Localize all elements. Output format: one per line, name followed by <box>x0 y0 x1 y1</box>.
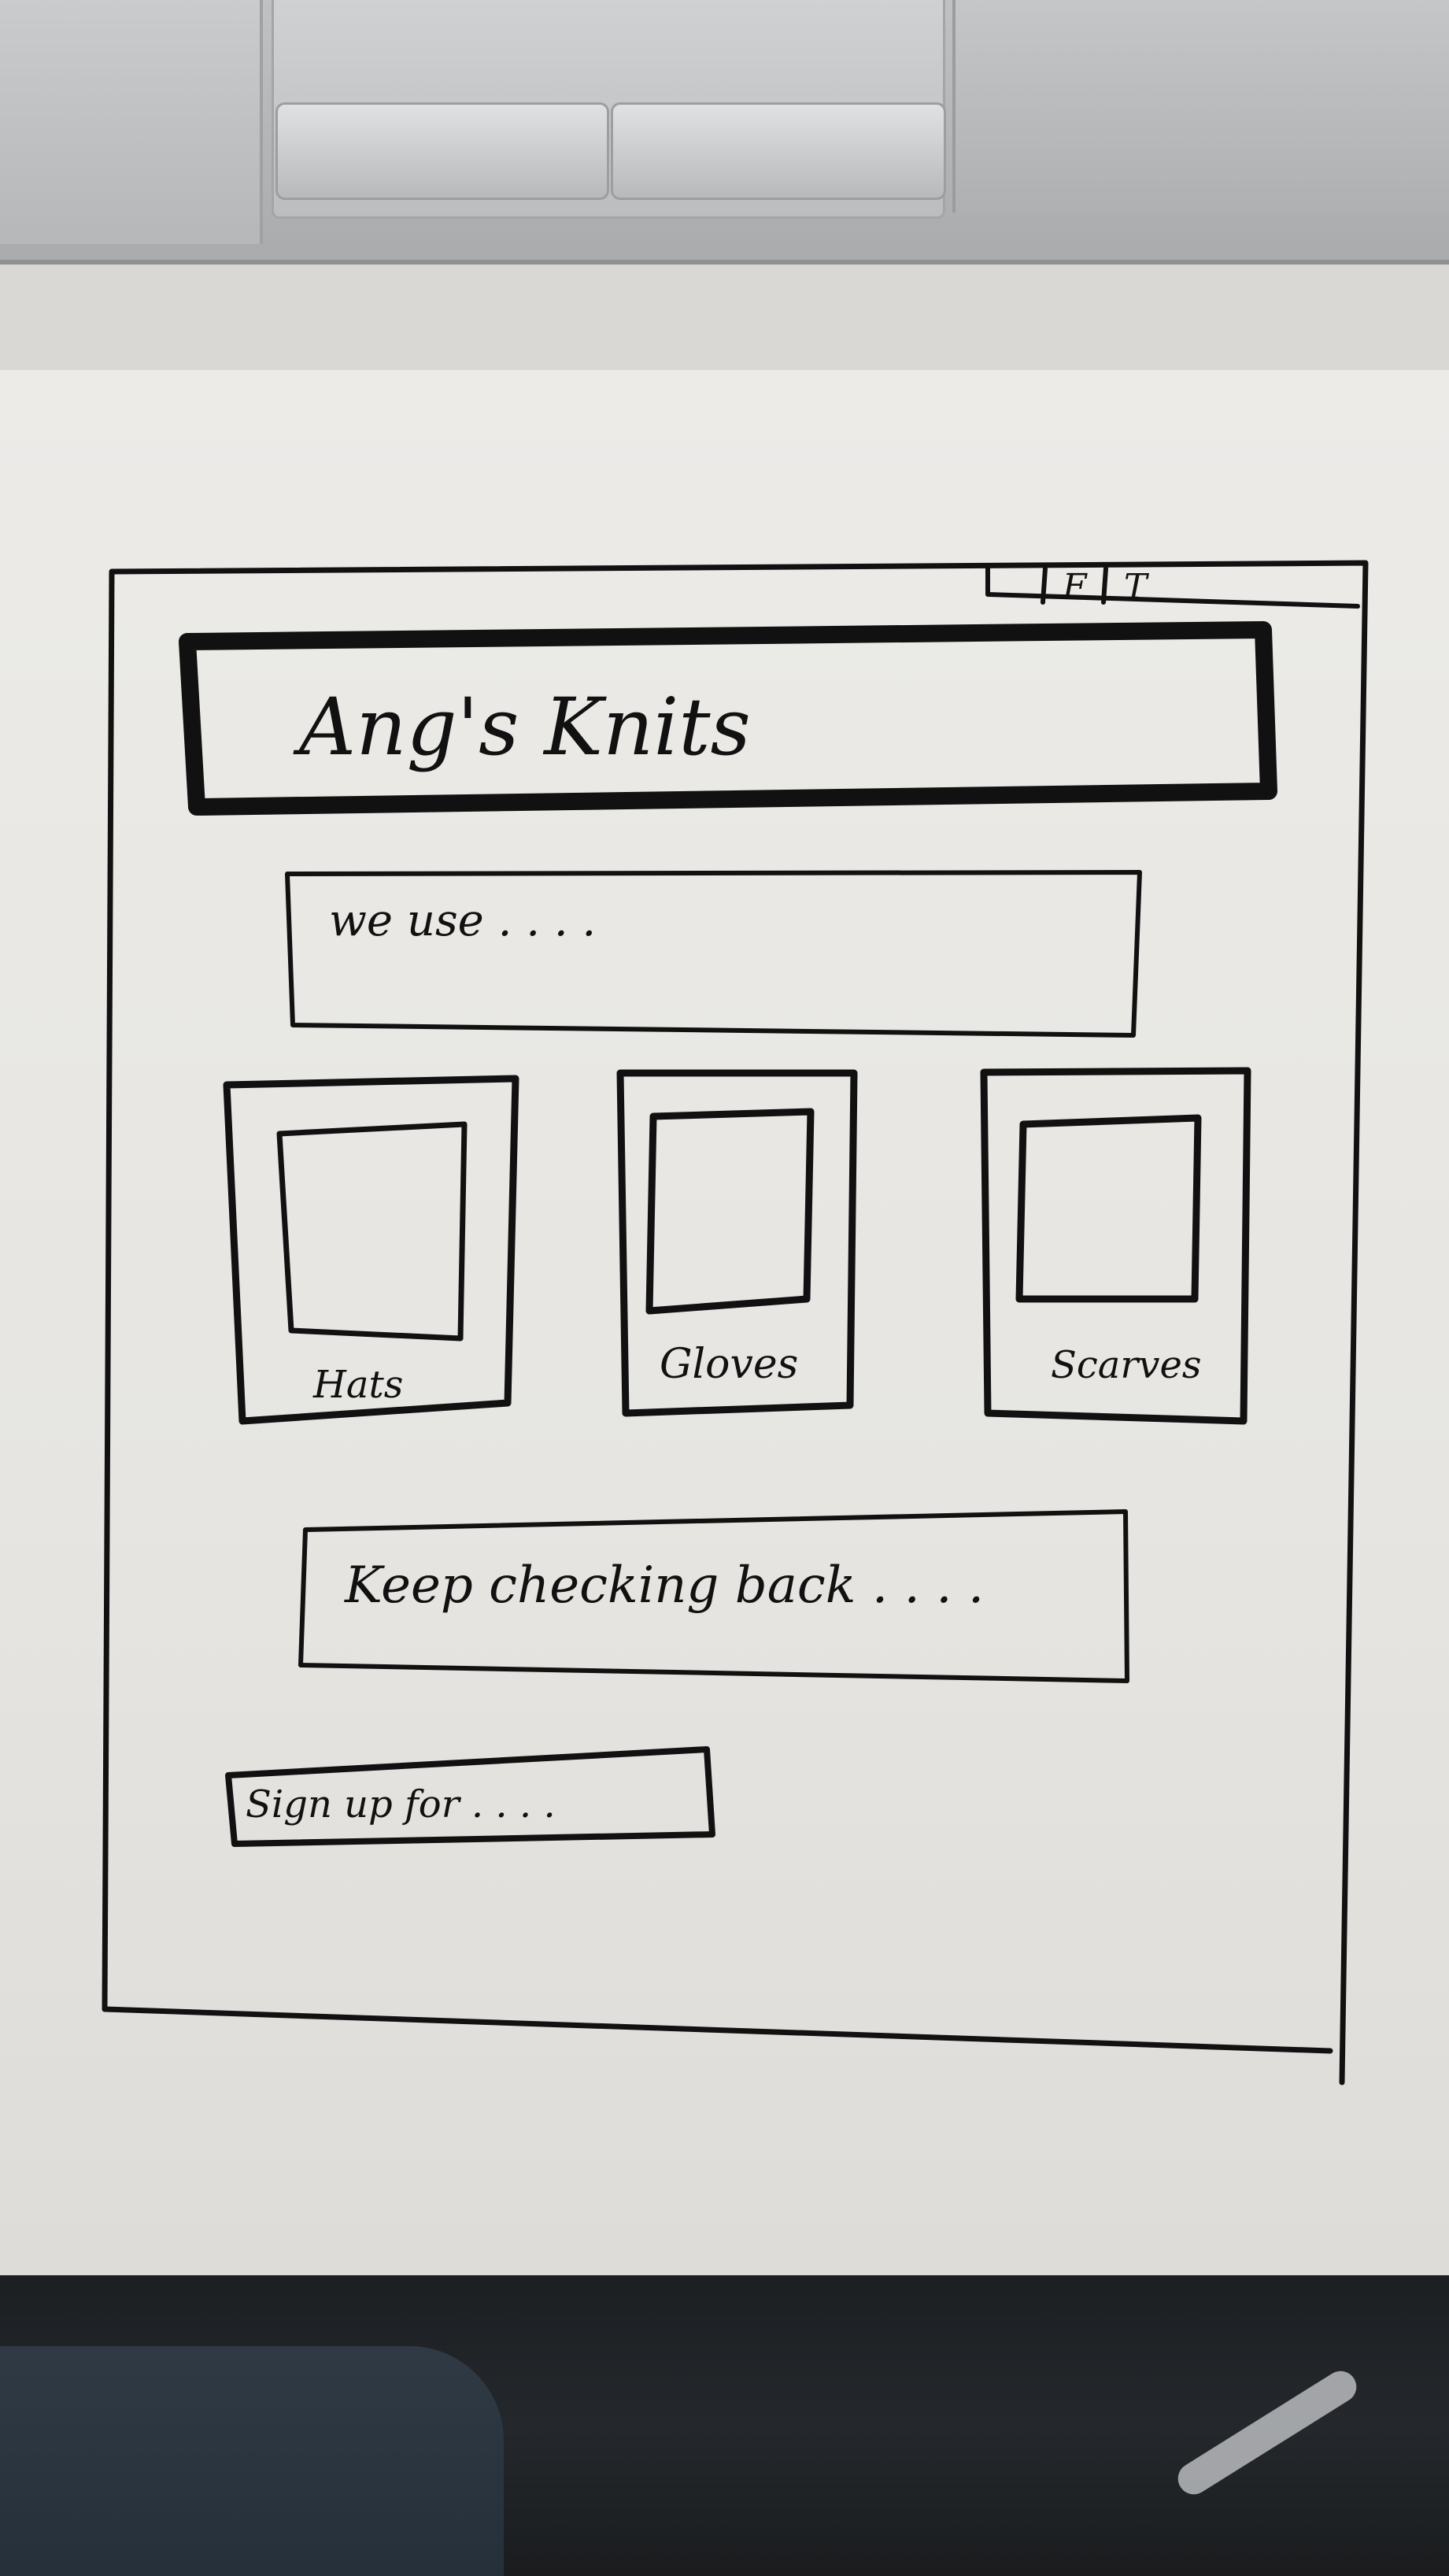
card-scarves-label: Scarves <box>1051 1343 1201 1387</box>
social-t-label: T <box>1124 567 1150 607</box>
header-title: Ang's Knits <box>293 681 751 773</box>
card-gloves-image <box>645 1108 815 1315</box>
social-f-label: F <box>1062 567 1088 607</box>
card-hats-image <box>276 1121 468 1342</box>
card-scarves-image <box>1015 1114 1202 1303</box>
signup-text: Sign up for . . . . <box>246 1782 556 1827</box>
card-hats-label: Hats <box>312 1363 403 1407</box>
social-links-box <box>985 563 1360 609</box>
wireframe-sketch: F T Ang's Knits we use . . . . Hats Glov… <box>102 560 1369 2086</box>
card-gloves-label: Gloves <box>660 1341 798 1388</box>
intro-text: we use . . . . <box>329 895 596 946</box>
notice-text: Keep checking back . . . . <box>344 1556 984 1615</box>
